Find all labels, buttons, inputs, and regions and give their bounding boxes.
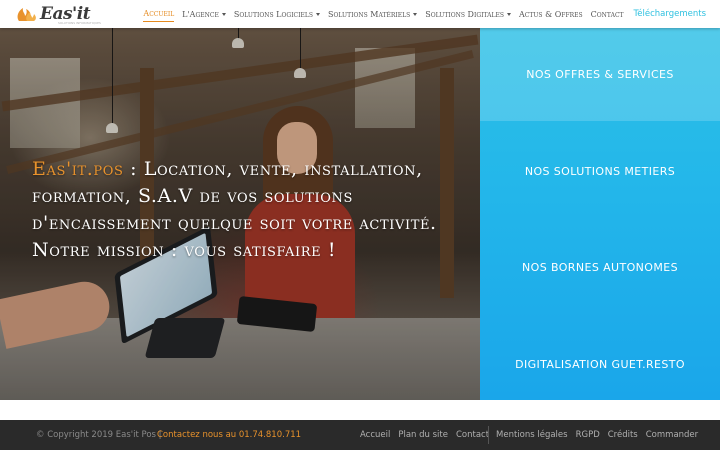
main-nav: Accueil L'Agence Solutions Logiciels Sol… — [135, 0, 706, 28]
caret-down-icon — [221, 12, 226, 16]
tile-label: NOS OFFRES & SERVICES — [526, 68, 674, 81]
nav-item-accueil[interactable]: Accueil — [143, 6, 175, 22]
logo-flame-icon — [17, 8, 36, 21]
nav-item-solutions-logiciels[interactable]: Solutions Logiciels — [234, 0, 320, 28]
footer-link-commander[interactable]: Commander — [646, 430, 698, 440]
site-footer: © Copyright 2019 Eas'it Pos | Contactez … — [0, 420, 720, 450]
nav-label: Actus & Offres — [519, 9, 583, 19]
services-panel: NOS OFFRES & SERVICES NOS SOLUTIONS METI… — [480, 28, 720, 400]
nav-item-agence[interactable]: L'Agence — [182, 0, 226, 28]
nav-label: Solutions Logiciels — [233, 9, 313, 19]
hero-headline: Eas'it.pos : Location, vente, installati… — [32, 156, 442, 264]
contact-phone-link[interactable]: Contactez nous au 01.74.810.711 — [157, 430, 301, 440]
footer-link-accueil[interactable]: Accueil — [360, 430, 390, 440]
tile-label: DIGITALISATION GUET.RESTO — [515, 358, 685, 371]
caret-down-icon — [316, 12, 320, 16]
tile-offres-services[interactable]: NOS OFFRES & SERVICES — [480, 28, 720, 121]
site-logo[interactable]: Eas'it SOLUTIONS INFORMATIQUES — [15, 4, 101, 25]
footer-link-mentions-legales[interactable]: Mentions légales — [496, 430, 568, 440]
tile-bornes-autonomes[interactable]: NOS BORNES AUTONOMES — [480, 221, 720, 314]
nav-label: Téléchargements — [633, 9, 706, 19]
nav-label: Contact — [590, 9, 624, 19]
footer-divider — [488, 426, 489, 444]
tile-solutions-metiers[interactable]: NOS SOLUTIONS METIERS — [480, 125, 720, 218]
footer-link-credits[interactable]: Crédits — [608, 430, 638, 440]
tile-label: NOS SOLUTIONS METIERS — [524, 165, 676, 178]
nav-item-solutions-materiels[interactable]: Solutions Matériels — [328, 0, 418, 28]
footer-link-rgpd[interactable]: RGPD — [576, 430, 600, 440]
caret-down-icon — [507, 12, 511, 16]
nav-item-telechargements[interactable]: Téléchargements — [634, 0, 706, 28]
nav-label: Accueil — [143, 9, 175, 18]
footer-legal-links: Mentions légales RGPD Crédits Commander — [496, 430, 706, 440]
hero-brand: Eas'it.pos — [32, 158, 124, 180]
site-header: Eas'it SOLUTIONS INFORMATIQUES Accueil L… — [0, 0, 720, 28]
tile-label: NOS BORNES AUTONOMES — [522, 261, 678, 274]
nav-item-contact[interactable]: Contact — [591, 0, 624, 28]
copyright-text: © Copyright 2019 Eas'it Pos | — [36, 430, 162, 440]
hero-banner: Eas'it.pos : Location, vente, installati… — [0, 28, 480, 400]
nav-label: Solutions Digitales — [425, 9, 504, 19]
spacer-band — [0, 400, 720, 420]
footer-link-contact[interactable]: Contact — [456, 430, 489, 440]
nav-item-solutions-digitales[interactable]: Solutions Digitales — [425, 0, 511, 28]
tile-digitalisation[interactable]: DIGITALISATION GUET.RESTO — [480, 318, 720, 411]
nav-label: L'Agence — [182, 9, 219, 19]
footer-link-plan-du-site[interactable]: Plan du site — [398, 430, 448, 440]
logo-tagline: SOLUTIONS INFORMATIQUES — [58, 21, 101, 25]
nav-label: Solutions Matériels — [328, 9, 411, 19]
caret-down-icon — [413, 12, 418, 16]
footer-links: Accueil Plan du site Contact — [360, 430, 497, 440]
nav-item-actus-offres[interactable]: Actus & Offres — [519, 0, 583, 28]
